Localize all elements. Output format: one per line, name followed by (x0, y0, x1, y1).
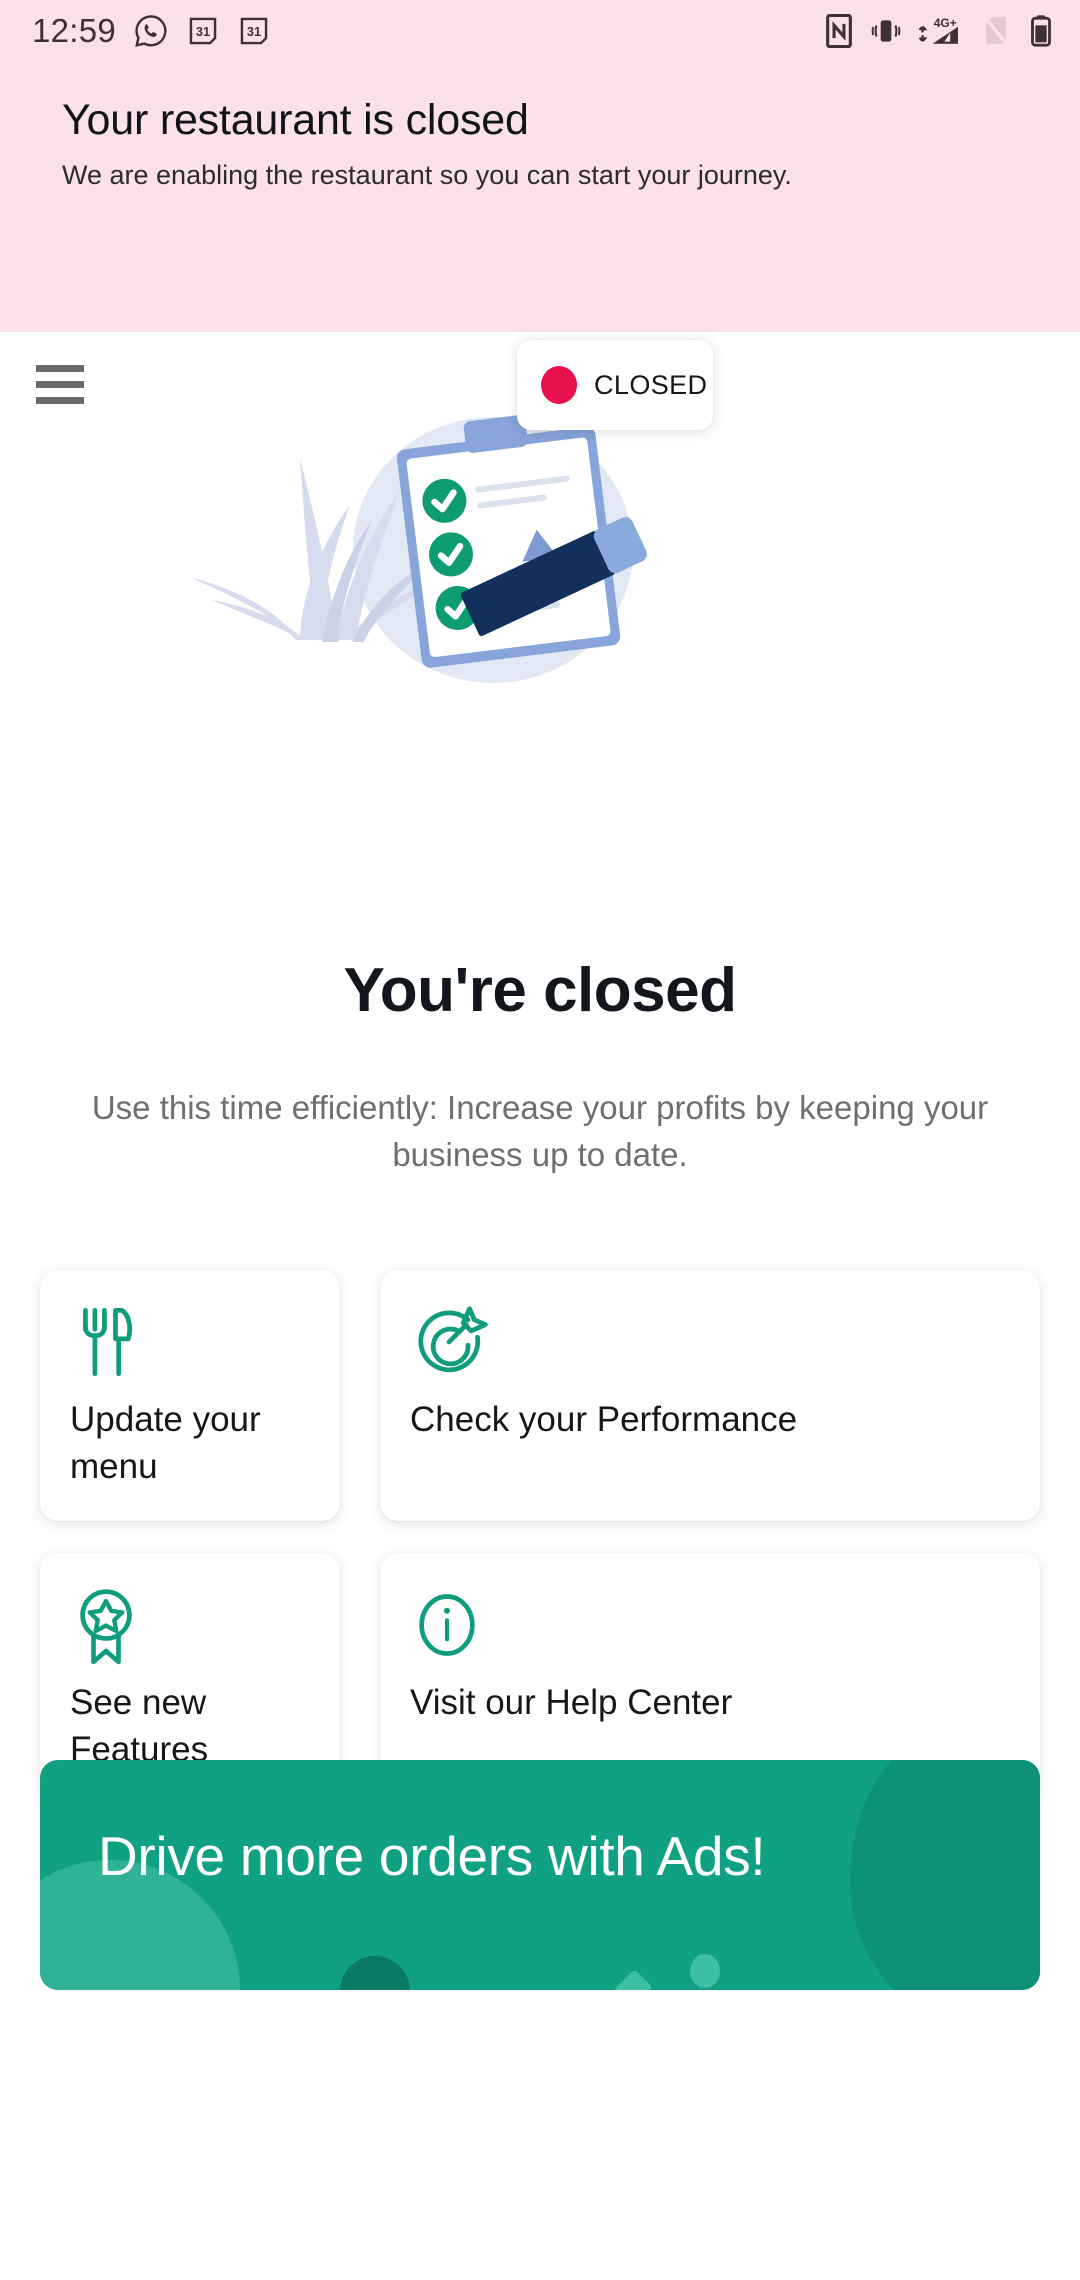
nfc-icon (826, 14, 852, 48)
card-label: Visit our Help Center (410, 1682, 733, 1722)
whatsapp-icon (135, 15, 167, 47)
signal-4g-icon: 4G+ (918, 16, 958, 44)
status-bar-left: 12:59 31 31 (32, 12, 271, 50)
info-circle-icon (410, 1587, 1010, 1665)
hamburger-bar-3 (36, 396, 84, 404)
svg-text:31: 31 (196, 24, 210, 39)
status-badge-label: CLOSED (594, 369, 708, 400)
hamburger-bar-1 (36, 364, 84, 372)
page-subtitle: Use this time efficiently: Increase your… (91, 1089, 989, 1173)
no-sim-icon (984, 16, 1008, 46)
hamburger-bar-2 (36, 380, 84, 388)
card-update-menu[interactable]: Update your menu (40, 1270, 340, 1521)
promo-decor-dot-dark (340, 1956, 410, 1990)
promo-decor-dot (690, 1954, 720, 1988)
status-badge[interactable]: CLOSED (517, 340, 713, 430)
svg-text:31: 31 (247, 24, 261, 39)
target-arrow-icon (410, 1304, 1010, 1382)
status-bar-right: 4G+ (824, 14, 1054, 48)
calendar-icon: 31 (189, 17, 217, 45)
promo-headline: Drive more orders with Ads! (98, 1825, 766, 1887)
award-star-icon (70, 1587, 310, 1665)
battery-icon (1031, 15, 1051, 47)
app-screen: 12:59 31 31 4G+ Your restaurant is close… (0, 0, 1080, 2280)
banner-subtitle: We are enabling the restaurant so you ca… (62, 160, 792, 190)
vibrate-icon (871, 20, 901, 42)
hamburger-menu-icon[interactable] (36, 362, 86, 406)
quick-action-grid: Update your menu Check your Performance (40, 1270, 1040, 1803)
card-label: See new Features (70, 1682, 209, 1769)
closed-notice-banner: 12:59 31 31 4G+ Your restaurant is close… (0, 0, 1080, 332)
calendar-icon-2: 31 (240, 17, 268, 45)
page-title: You're closed (343, 956, 738, 1025)
fork-knife-icon (70, 1304, 310, 1382)
card-label: Update your menu (70, 1400, 261, 1487)
svg-text:4G+: 4G+ (934, 16, 957, 30)
status-dot-icon (541, 366, 577, 404)
card-check-performance[interactable]: Check your Performance (380, 1270, 1040, 1521)
clipboard-checklist-illustration (0, 415, 1080, 683)
promo-decor-diamond (613, 1969, 653, 1990)
promo-decor-blob-1 (850, 1760, 1040, 1990)
status-bar-clock: 12:59 (32, 12, 117, 49)
app-header: CLOSED (0, 332, 1080, 440)
banner-title: Your restaurant is closed (62, 96, 529, 144)
ads-promo-banner[interactable]: Drive more orders with Ads! (40, 1760, 1040, 1990)
status-bar: 12:59 31 31 4G+ (0, 0, 1080, 62)
card-label: Check your Performance (410, 1400, 798, 1439)
